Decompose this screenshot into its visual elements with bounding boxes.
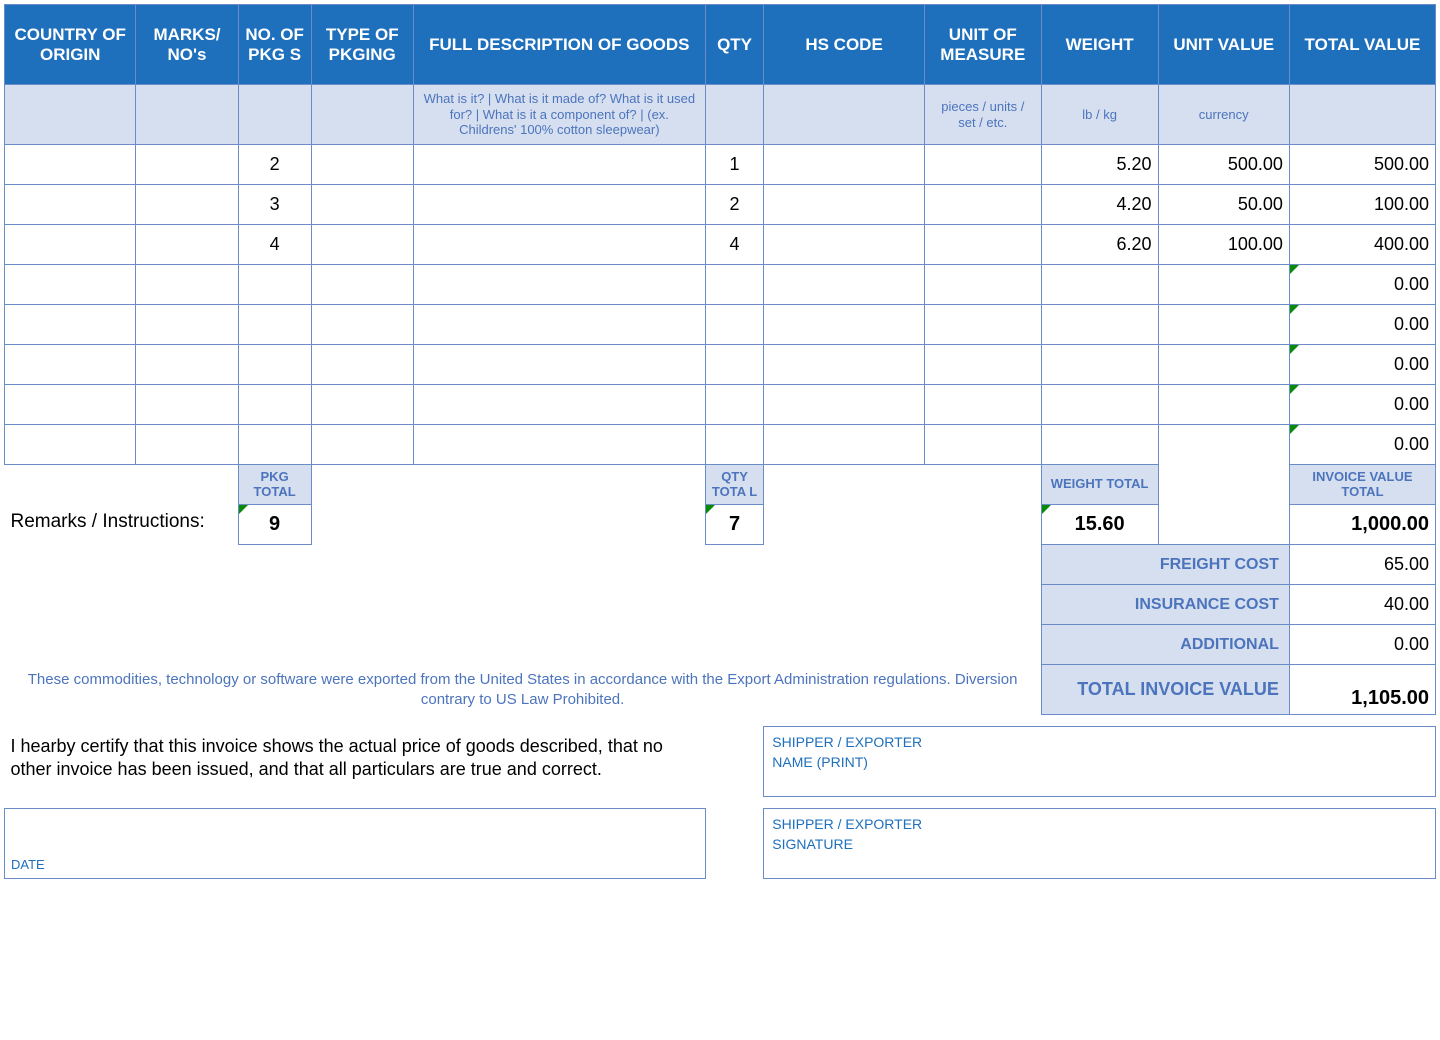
col-hs: HS CODE xyxy=(764,5,925,85)
weight-total-label: WEIGHT TOTAL xyxy=(1041,465,1158,505)
total-invoice-row: These commodities, technology or softwar… xyxy=(5,665,1436,715)
insurance-value[interactable]: 40.00 xyxy=(1289,585,1435,625)
pkg-total-label: PKG TOTAL xyxy=(238,465,311,505)
invoice-table: COUNTRY OF ORIGIN MARKS/ NO's NO. OF PKG… xyxy=(4,4,1436,879)
cell-uval[interactable]: 100.00 xyxy=(1158,225,1289,265)
cell-tval[interactable]: 500.00 xyxy=(1289,145,1435,185)
hint-uom: pieces / units / set / etc. xyxy=(924,85,1041,145)
cell-qty[interactable]: 1 xyxy=(705,145,763,185)
pkg-total: 9 xyxy=(238,505,311,545)
cell-tval[interactable]: 400.00 xyxy=(1289,225,1435,265)
col-country: COUNTRY OF ORIGIN xyxy=(5,5,136,85)
cell-pkgs[interactable]: 2 xyxy=(238,145,311,185)
insurance-row: INSURANCE COST 40.00 xyxy=(5,585,1436,625)
additional-label: ADDITIONAL xyxy=(1041,625,1289,665)
signature-row: DATE SHIPPER / EXPORTER SIGNATURE xyxy=(5,809,1436,879)
cell-weight[interactable]: 4.20 xyxy=(1041,185,1158,225)
cell-tval[interactable]: 0.00 xyxy=(1289,385,1435,425)
invoice-value-total: 1,000.00 xyxy=(1289,505,1435,545)
shipper-name-l1: SHIPPER / EXPORTER xyxy=(772,733,1427,753)
total-invoice-value: 1,105.00 xyxy=(1289,665,1435,715)
col-marks: MARKS/ NO's xyxy=(136,5,238,85)
cell-pkgs[interactable]: 4 xyxy=(238,225,311,265)
invoice-value-total-label: INVOICE VALUE TOTAL xyxy=(1289,465,1435,505)
insurance-label: INSURANCE COST xyxy=(1041,585,1289,625)
date-box[interactable]: DATE xyxy=(5,809,706,879)
freight-label: FREIGHT COST xyxy=(1041,545,1289,585)
hint-desc: What is it? | What is it made of? What i… xyxy=(413,85,705,145)
remarks-label: Remarks / Instructions: xyxy=(5,505,239,585)
cell-tval[interactable]: 0.00 xyxy=(1289,305,1435,345)
shipper-name-l2: NAME (PRINT) xyxy=(772,753,1427,773)
shipper-name-box[interactable]: SHIPPER / EXPORTER NAME (PRINT) xyxy=(764,727,1436,797)
table-row[interactable]: 3 2 4.20 50.00 100.00 xyxy=(5,185,1436,225)
cell-weight[interactable]: 5.20 xyxy=(1041,145,1158,185)
col-weight: WEIGHT xyxy=(1041,5,1158,85)
col-pkging: TYPE OF PKGING xyxy=(311,5,413,85)
hint-row: What is it? | What is it made of? What i… xyxy=(5,85,1436,145)
cell-pkgs[interactable]: 3 xyxy=(238,185,311,225)
cell-uval[interactable]: 500.00 xyxy=(1158,145,1289,185)
certify-text: I hearby certify that this invoice shows… xyxy=(5,727,706,797)
col-tval: TOTAL VALUE xyxy=(1289,5,1435,85)
col-uval: UNIT VALUE xyxy=(1158,5,1289,85)
table-row[interactable]: 4 4 6.20 100.00 400.00 xyxy=(5,225,1436,265)
qty-total-label: QTY TOTA L xyxy=(705,465,763,505)
certify-row: I hearby certify that this invoice shows… xyxy=(5,727,1436,797)
col-qty: QTY xyxy=(705,5,763,85)
cell-qty[interactable]: 4 xyxy=(705,225,763,265)
hint-weight: lb / kg xyxy=(1041,85,1158,145)
cell-tval[interactable]: 0.00 xyxy=(1289,265,1435,305)
cell-tval[interactable]: 0.00 xyxy=(1289,425,1435,465)
additional-row: ADDITIONAL 0.00 xyxy=(5,625,1436,665)
date-label: DATE xyxy=(11,857,45,872)
freight-value[interactable]: 65.00 xyxy=(1289,545,1435,585)
table-row[interactable]: 0.00 xyxy=(5,345,1436,385)
col-uom: UNIT OF MEASURE xyxy=(924,5,1041,85)
shipper-sig-l2: SIGNATURE xyxy=(772,835,1427,855)
col-pkgs: NO. OF PKG S xyxy=(238,5,311,85)
shipper-signature-box[interactable]: SHIPPER / EXPORTER SIGNATURE xyxy=(764,809,1436,879)
table-row[interactable]: 2 1 5.20 500.00 500.00 xyxy=(5,145,1436,185)
cell-tval[interactable]: 0.00 xyxy=(1289,345,1435,385)
qty-total: 7 xyxy=(705,505,763,545)
hint-uval: currency xyxy=(1158,85,1289,145)
table-row[interactable]: 0.00 xyxy=(5,385,1436,425)
compliance-text: These commodities, technology or softwar… xyxy=(5,665,1042,715)
cell-weight[interactable]: 6.20 xyxy=(1041,225,1158,265)
header-row: COUNTRY OF ORIGIN MARKS/ NO's NO. OF PKG… xyxy=(5,5,1436,85)
additional-value[interactable]: 0.00 xyxy=(1289,625,1435,665)
table-row[interactable]: 0.00 xyxy=(5,305,1436,345)
cell-qty[interactable]: 2 xyxy=(705,185,763,225)
table-row[interactable]: 0.00 xyxy=(5,425,1436,465)
shipper-sig-l1: SHIPPER / EXPORTER xyxy=(772,815,1427,835)
total-invoice-label: TOTAL INVOICE VALUE xyxy=(1041,665,1289,715)
col-desc: FULL DESCRIPTION OF GOODS xyxy=(413,5,705,85)
table-row[interactable]: 0.00 xyxy=(5,265,1436,305)
weight-total: 15.60 xyxy=(1041,505,1158,545)
cell-tval[interactable]: 100.00 xyxy=(1289,185,1435,225)
cell-uval[interactable]: 50.00 xyxy=(1158,185,1289,225)
